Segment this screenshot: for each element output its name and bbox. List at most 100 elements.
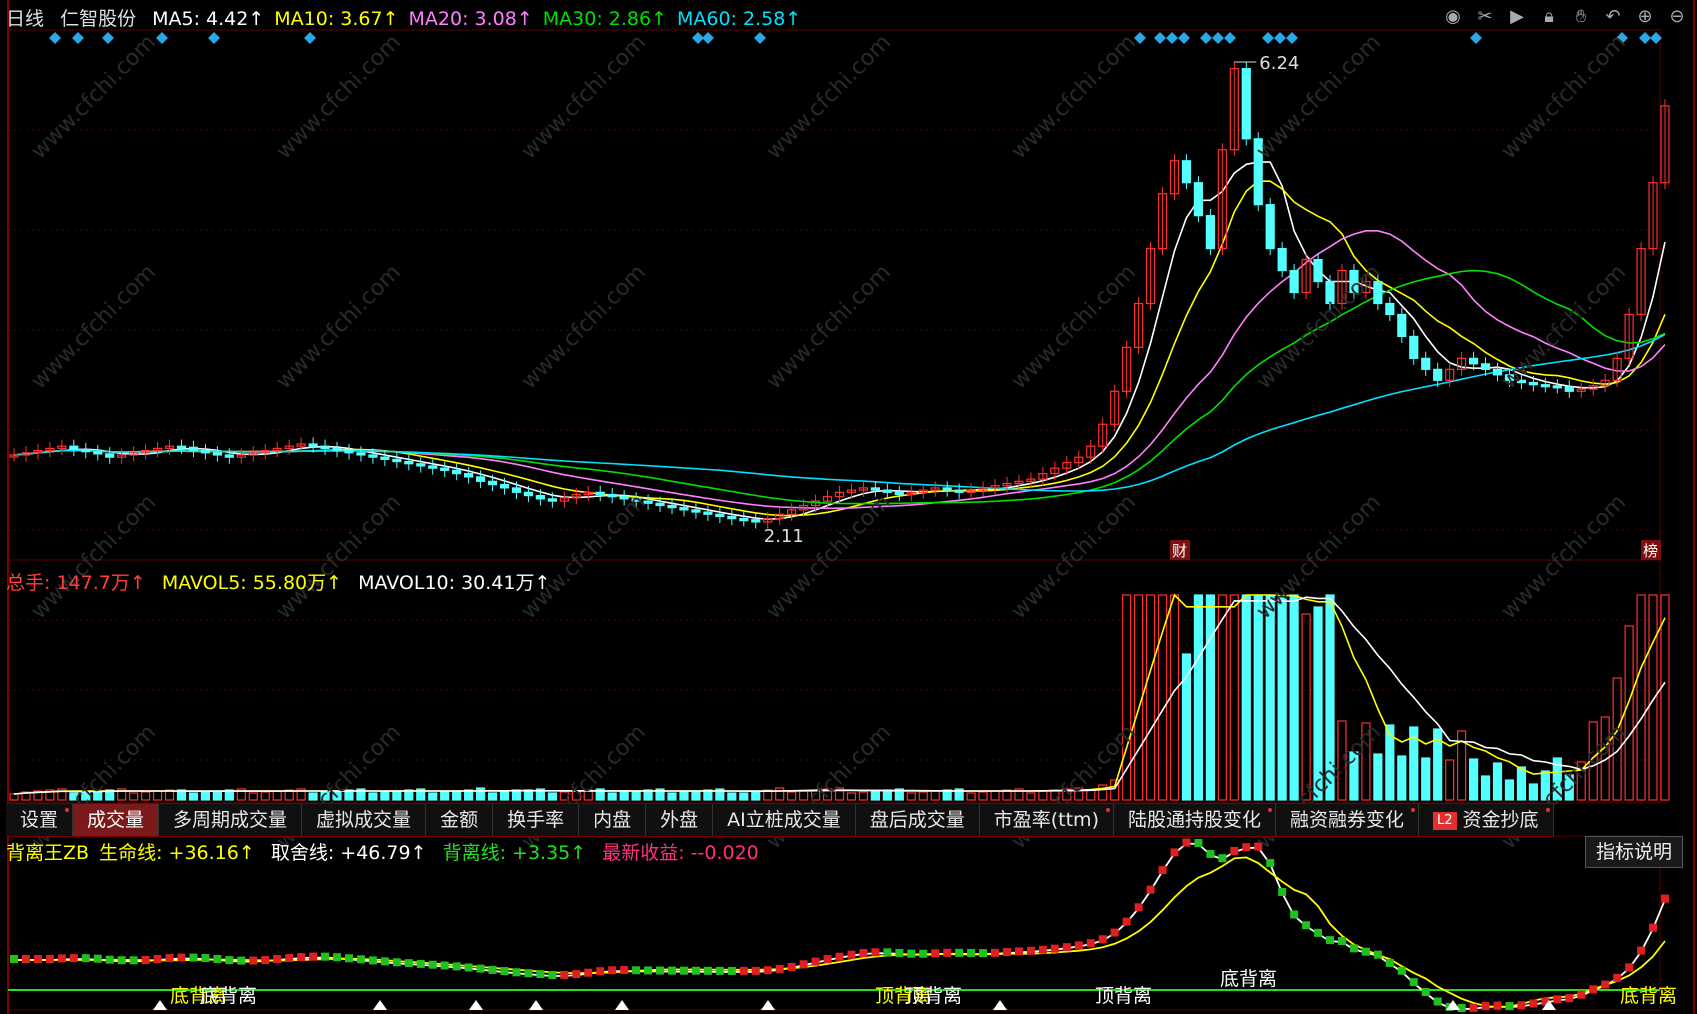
candle-body [595, 491, 605, 496]
volume-bar [1516, 766, 1527, 801]
signal-square [584, 968, 593, 977]
tab-6[interactable]: 内盘 [579, 804, 647, 836]
tab-1[interactable]: 成交量 [73, 804, 160, 836]
signal-square [1110, 928, 1119, 937]
signal-square [1493, 1001, 1502, 1010]
signal-square [1337, 936, 1346, 945]
indicator-explain-button[interactable]: 指标说明 [1584, 836, 1683, 868]
signal-square [775, 964, 784, 973]
signal-square [380, 957, 389, 966]
triangle-icon [373, 1000, 387, 1010]
signal-square [883, 948, 892, 957]
candle-body [1421, 357, 1431, 370]
signal-square [1242, 843, 1251, 852]
watermark: www.cfchi.com [762, 30, 896, 164]
signal-square [1565, 994, 1574, 1003]
volume-bar [775, 787, 785, 801]
volume-bar [966, 792, 976, 801]
tab-8[interactable]: AI立桩成交量 [713, 804, 856, 836]
volume-bar [272, 790, 282, 801]
watermark: www.cfchi.com [272, 490, 406, 624]
watermark: www.cfchi.com [27, 260, 161, 394]
signal-square [129, 956, 138, 965]
volume-bar [978, 791, 988, 801]
signal-square [1062, 943, 1071, 952]
signal-square [1349, 944, 1358, 953]
candle-body [1480, 363, 1491, 370]
candle-body [1528, 381, 1538, 386]
candle-body [176, 445, 187, 449]
signal-square [1361, 947, 1370, 956]
tab-label: 内盘 [593, 809, 632, 831]
signal-diamond [72, 32, 84, 44]
signal-square [33, 955, 42, 963]
signal-square [1481, 1002, 1490, 1011]
signal-diamond [1166, 32, 1178, 44]
volume-bar [858, 791, 869, 801]
candle-body [487, 480, 498, 486]
watermark: www.cfchi.com [1497, 490, 1631, 624]
volume-bar [1445, 759, 1455, 801]
signal-square [1170, 848, 1179, 857]
candle-body [511, 487, 522, 493]
tab-11[interactable]: 陆股通持股变化 [1114, 804, 1276, 836]
tab-0[interactable]: 设置 [6, 804, 74, 836]
volume-bar [1241, 594, 1251, 801]
signal-square [1194, 839, 1203, 848]
signal-square [1649, 923, 1658, 932]
signal-diamond [49, 32, 61, 44]
signal-square [1529, 999, 1538, 1008]
signal-square [428, 960, 437, 969]
signal-diamond [1470, 32, 1482, 44]
volume-bar [1301, 613, 1311, 801]
volume-bar [1217, 594, 1227, 801]
volume-bar [428, 792, 438, 801]
panel-frame [7, 29, 1661, 561]
volume-bar [392, 790, 402, 801]
tab-5[interactable]: 换手率 [493, 804, 580, 836]
signal-square [620, 966, 629, 975]
tab-10[interactable]: 市盈率(ttm) [980, 804, 1114, 836]
signal-square [1302, 921, 1311, 930]
watermark: www.cfchi.com [1007, 30, 1141, 164]
candle-body [607, 493, 617, 498]
signal-square [105, 955, 114, 964]
candle-body [93, 451, 103, 455]
signal-square [392, 958, 401, 967]
divergence-label-3: 顶背离 [905, 985, 962, 1007]
volume-bar [667, 792, 677, 801]
signal-square [907, 949, 916, 958]
tab-2[interactable]: 多周期成交量 [159, 804, 303, 836]
signal-square [799, 960, 808, 969]
tab-4[interactable]: 金额 [426, 804, 494, 836]
candle-body [428, 465, 438, 469]
divergence-label-5: 底背离 [1220, 968, 1277, 990]
candle-body [1385, 302, 1395, 316]
signal-diamond [1286, 32, 1298, 44]
volume-bar [487, 792, 498, 801]
candle-body [81, 448, 91, 453]
tab-7[interactable]: 外盘 [646, 804, 714, 836]
signal-diamond [1134, 32, 1146, 44]
volume-bar [918, 791, 928, 801]
candle-body [954, 489, 964, 493]
candle-body [475, 476, 486, 482]
signal-square [81, 954, 90, 963]
tab-3[interactable]: 虚拟成交量 [302, 804, 427, 836]
tab-dot [1545, 808, 1550, 812]
signal-square [1385, 958, 1394, 967]
volume-bar [1229, 594, 1239, 801]
tab-12[interactable]: 融资融券变化 [1276, 804, 1420, 836]
volume-bar [1373, 753, 1383, 801]
signal-diamond [1274, 32, 1286, 44]
tab-13[interactable]: L2 资金抄底 [1419, 804, 1554, 836]
candle-body [212, 452, 222, 456]
signal-square [1086, 939, 1095, 948]
volume-bar [930, 790, 940, 801]
watermark: www.cfchi.com [27, 30, 161, 164]
signal-square [919, 949, 928, 958]
tab-9[interactable]: 盘后成交量 [856, 804, 980, 836]
volume-bar [499, 791, 510, 801]
signal-square [835, 952, 844, 961]
exit-line-label: 取舍线: +46.79↑ [270, 842, 427, 864]
